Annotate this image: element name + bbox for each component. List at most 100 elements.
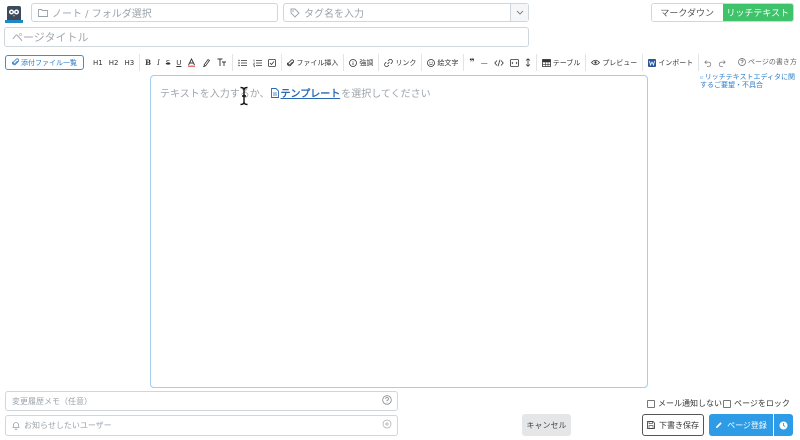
strike-label: S bbox=[165, 58, 171, 67]
tag-placeholder: タグ名を入力 bbox=[304, 9, 364, 20]
feedback-line1: リッチテキストエディタに関 bbox=[700, 73, 795, 81]
attachments-button[interactable]: 添付ファイル一覧 bbox=[5, 55, 84, 70]
folder-icon bbox=[38, 8, 48, 17]
placeholder-after: を選択してください bbox=[341, 89, 431, 100]
link-button[interactable]: リンク bbox=[381, 54, 423, 71]
emphasis-button[interactable]: 強調 bbox=[346, 54, 380, 71]
chevron-down-icon[interactable] bbox=[510, 4, 528, 21]
preview-button[interactable]: プレビュー bbox=[588, 54, 644, 71]
editor-mode-toggle: マークダウン リッチテキスト bbox=[651, 3, 794, 22]
notebook-selector[interactable]: ノート / フォルダ選択 bbox=[31, 3, 278, 22]
mode-markdown-button[interactable]: マークダウン bbox=[652, 4, 723, 21]
table-label: テーブル bbox=[552, 58, 581, 67]
lock-page-checkbox[interactable]: ページをロック bbox=[723, 398, 790, 409]
numbered-list-icon bbox=[253, 59, 263, 67]
lock-page-label: ページをロック bbox=[734, 399, 790, 408]
strikethrough-button[interactable]: S bbox=[163, 54, 173, 71]
paperclip-icon bbox=[287, 58, 295, 66]
feedback-text1: リッチテキストエディタに関 bbox=[704, 73, 795, 81]
highlight-button[interactable] bbox=[199, 54, 214, 71]
notify-placeholder: お知らせしたいユーザー bbox=[24, 421, 112, 430]
bullet-list-icon bbox=[238, 59, 248, 66]
marker-icon bbox=[203, 58, 211, 67]
template-link[interactable]: テンプレート bbox=[270, 85, 340, 100]
save-draft-label: 下書き保存 bbox=[659, 420, 699, 430]
smiley-icon bbox=[427, 58, 436, 67]
checkbox-icon bbox=[268, 58, 277, 67]
save-icon bbox=[647, 421, 655, 429]
checkbox-box[interactable] bbox=[723, 399, 731, 408]
notify-users-input[interactable]: お知らせしたいユーザー bbox=[5, 415, 398, 436]
page-title-input[interactable]: ページタイトル bbox=[4, 27, 529, 47]
heading2-button[interactable]: H2 bbox=[106, 54, 122, 71]
question-circle-icon bbox=[738, 58, 746, 66]
writing-help-link[interactable]: ページの書き方 bbox=[738, 57, 797, 67]
add-circle-icon[interactable] bbox=[382, 419, 392, 431]
paperclip-icon bbox=[12, 57, 20, 68]
redo-button[interactable] bbox=[715, 54, 729, 71]
bold-button[interactable]: B bbox=[142, 54, 154, 71]
font-size-button[interactable] bbox=[214, 54, 234, 71]
quote-label: ❞ bbox=[469, 57, 475, 68]
editor-toolbar: H1 H2 H3 B I S U ファイル挿入 強調 リンク 絵文字 ❞ — テ… bbox=[90, 54, 729, 71]
horizontal-rule-button[interactable]: — bbox=[478, 54, 491, 71]
code-block-button[interactable] bbox=[507, 54, 522, 71]
italic-label: I bbox=[157, 58, 160, 67]
import-button[interactable]: インポート bbox=[645, 54, 700, 71]
external-link-icon bbox=[700, 75, 703, 79]
editor-placeholder: テキストを入力するか、 テンプレート を選択してください bbox=[160, 85, 431, 100]
memo-placeholder: 変更履歴メモ（任意） bbox=[12, 396, 92, 406]
placeholder-before: テキストを入力するか、 bbox=[160, 89, 270, 100]
feedback-link[interactable]: リッチテキストエディタに関 するご要望・不具合 bbox=[700, 73, 795, 89]
checklist-button[interactable] bbox=[265, 54, 283, 71]
document-icon bbox=[270, 87, 279, 98]
quote-button[interactable]: ❞ bbox=[466, 54, 477, 71]
link-label: リンク bbox=[395, 58, 417, 67]
no-mail-label: メール通知しない bbox=[658, 399, 722, 408]
text-cursor-icon bbox=[239, 86, 249, 106]
text-color-button[interactable] bbox=[184, 54, 199, 71]
submit-page-button[interactable]: ページ登録 bbox=[709, 414, 773, 436]
clock-icon bbox=[779, 421, 788, 429]
cancel-button[interactable]: キャンセル bbox=[522, 414, 571, 436]
numbered-list-button[interactable] bbox=[250, 54, 265, 71]
pencil-icon bbox=[716, 422, 722, 428]
undo-icon bbox=[704, 59, 712, 67]
expand-vertical-icon bbox=[525, 58, 530, 67]
app-logo bbox=[5, 4, 23, 24]
italic-button[interactable]: I bbox=[154, 54, 163, 71]
file-insert-label: ファイル挿入 bbox=[296, 58, 339, 67]
heading3-button[interactable]: H3 bbox=[121, 54, 141, 71]
submit-options-button[interactable] bbox=[774, 414, 793, 436]
emoji-button[interactable]: 絵文字 bbox=[424, 54, 465, 71]
bold-label: B bbox=[145, 58, 152, 67]
page-title-placeholder: ページタイトル bbox=[12, 31, 89, 44]
code-icon bbox=[493, 59, 504, 66]
underline-button[interactable]: U bbox=[173, 54, 184, 71]
preview-label: プレビュー bbox=[602, 58, 638, 67]
submit-label: ページ登録 bbox=[727, 420, 767, 430]
change-memo-input[interactable]: 変更履歴メモ（任意） bbox=[5, 391, 398, 411]
font-size-icon bbox=[217, 58, 227, 66]
checkbox-box[interactable] bbox=[647, 399, 655, 408]
undo-button[interactable] bbox=[701, 54, 715, 71]
emphasis-label: 強調 bbox=[359, 58, 374, 67]
attachments-label: 添付ファイル一覧 bbox=[21, 58, 77, 67]
eye-icon bbox=[591, 59, 601, 66]
no-mail-checkbox[interactable]: メール通知しない bbox=[647, 398, 722, 409]
question-circle-icon[interactable] bbox=[382, 395, 392, 407]
redo-icon bbox=[719, 59, 727, 67]
code-button[interactable] bbox=[491, 54, 507, 71]
info-circle-icon bbox=[349, 58, 358, 67]
bullet-list-button[interactable] bbox=[235, 54, 250, 71]
feedback-line2: するご要望・不具合 bbox=[700, 81, 763, 89]
collapse-button[interactable] bbox=[522, 54, 537, 71]
table-button[interactable]: テーブル bbox=[539, 54, 587, 71]
file-insert-button[interactable]: ファイル挿入 bbox=[284, 54, 345, 71]
word-doc-icon bbox=[648, 58, 657, 67]
tag-input[interactable]: タグ名を入力 bbox=[283, 3, 529, 22]
heading1-button[interactable]: H1 bbox=[90, 54, 106, 71]
mode-richtext-button[interactable]: リッチテキスト bbox=[722, 4, 793, 21]
save-draft-button[interactable]: 下書き保存 bbox=[642, 414, 704, 436]
richtext-editor[interactable]: テキストを入力するか、 テンプレート を選択してください bbox=[150, 75, 648, 388]
